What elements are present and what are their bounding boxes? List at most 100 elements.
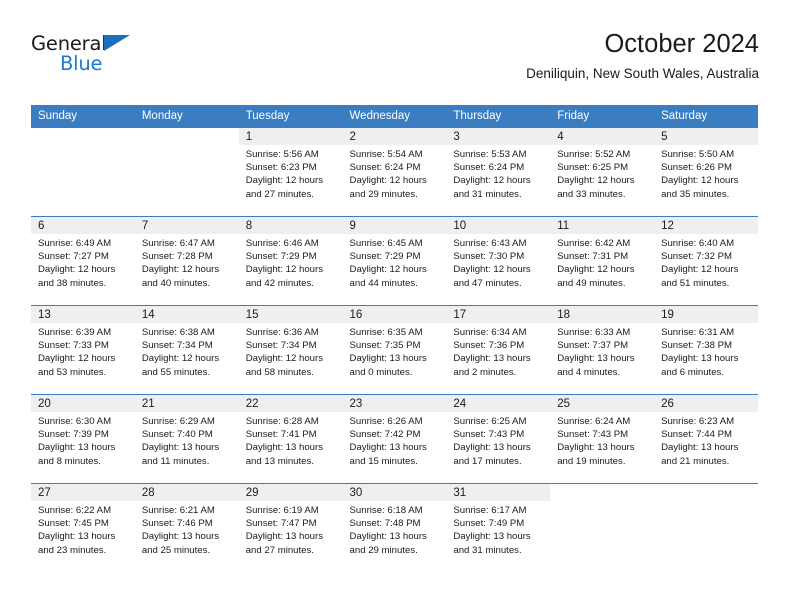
sunrise-text: Sunrise: 6:23 AM xyxy=(661,416,735,427)
day-cell[interactable]: 9 Sunrise: 6:45 AM Sunset: 7:29 PM Daylight… xyxy=(342,217,447,305)
daylight-text-line2: and 6 minutes. xyxy=(661,366,724,378)
day-cell[interactable]: 28 Sunrise: 6:21 AM Sunset: 7:46 PM Dayligh… xyxy=(134,484,239,572)
day-cell[interactable]: 31 Sunrise: 6:17 AM Sunset: 7:49 PM Dayligh… xyxy=(446,484,551,572)
day-cell[interactable]: 24 Sunrise: 6:25 AM Sunset: 7:43 PM Dayligh… xyxy=(446,395,551,483)
day-details: Sunrise: 6:40 AM Sunset: 7:32 PM Daylight:… xyxy=(654,234,758,290)
weekday-header-saturday: Saturday xyxy=(654,105,758,128)
day-cell[interactable]: 13 Sunrise: 6:39 AM Sunset: 7:33 PM Dayligh… xyxy=(31,306,135,394)
day-number: 5 xyxy=(661,131,668,143)
day-number: 26 xyxy=(661,398,674,410)
day-cell[interactable]: 20 Sunrise: 6:30 AM Sunset: 7:39 PM Dayligh… xyxy=(31,395,135,483)
calendar-cell-day: 17 Sunrise: 6:34 AM Sunset: 7:36 PM Dayligh… xyxy=(446,305,551,395)
sunset-text: Sunset: 7:35 PM xyxy=(349,340,421,352)
day-cell[interactable]: 15 Sunrise: 6:36 AM Sunset: 7:34 PM Dayligh… xyxy=(238,306,343,394)
day-details: Sunrise: 6:34 AM Sunset: 7:36 PM Daylight:… xyxy=(446,323,550,379)
daylight-text-line1: Daylight: 13 hours xyxy=(349,353,427,365)
daylight-text-line1: Daylight: 12 hours xyxy=(557,264,635,276)
sunrise-text: Sunrise: 6:38 AM xyxy=(141,327,215,338)
day-details: Sunrise: 6:39 AM Sunset: 7:33 PM Daylight:… xyxy=(31,323,135,379)
calendar-page: General Blue October 2024 Deniliquin, Ne… xyxy=(0,0,792,612)
sunset-text: Sunset: 7:32 PM xyxy=(661,251,732,263)
day-number-band: 31 xyxy=(446,484,551,501)
page-title: October 2024 xyxy=(604,30,759,58)
sunset-text: Sunset: 7:49 PM xyxy=(453,518,525,530)
calendar-cell-day: 12 Sunrise: 6:40 AM Sunset: 7:32 PM Dayligh… xyxy=(654,216,758,306)
day-cell[interactable]: 1 Sunrise: 5:56 AM Sunset: 6:23 PM Daylight… xyxy=(238,128,343,216)
sunset-text: Sunset: 7:34 PM xyxy=(141,340,213,352)
day-details: Sunrise: 5:50 AM Sunset: 6:26 PM Daylight:… xyxy=(654,145,758,201)
sunrise-text: Sunrise: 6:36 AM xyxy=(245,327,319,338)
day-cell[interactable]: 23 Sunrise: 6:26 AM Sunset: 7:42 PM Dayligh… xyxy=(342,395,447,483)
empty-day xyxy=(654,484,758,572)
daylight-text-line1: Daylight: 12 hours xyxy=(349,264,427,276)
weekday-header-friday: Friday xyxy=(550,105,655,128)
day-cell[interactable]: 7 Sunrise: 6:47 AM Sunset: 7:28 PM Daylight… xyxy=(134,217,239,305)
page-subtitle: Deniliquin, New South Wales, Australia xyxy=(526,66,759,81)
day-cell[interactable]: 29 Sunrise: 6:19 AM Sunset: 7:47 PM Dayligh… xyxy=(238,484,343,572)
calendar-cell-empty xyxy=(134,128,239,217)
daylight-text-line2: and 21 minutes. xyxy=(661,455,730,467)
daylight-text-line1: Daylight: 13 hours xyxy=(661,442,739,454)
day-cell[interactable]: 10 Sunrise: 6:43 AM Sunset: 7:30 PM Dayligh… xyxy=(446,217,551,305)
day-cell[interactable]: 27 Sunrise: 6:22 AM Sunset: 7:45 PM Dayligh… xyxy=(31,484,135,572)
day-number-band: 19 xyxy=(654,306,758,323)
daylight-text-line1: Daylight: 13 hours xyxy=(38,531,116,543)
day-cell[interactable]: 12 Sunrise: 6:40 AM Sunset: 7:32 PM Dayligh… xyxy=(654,217,758,305)
sunset-text: Sunset: 7:28 PM xyxy=(141,251,213,263)
calendar-cell-day: 10 Sunrise: 6:43 AM Sunset: 7:30 PM Dayligh… xyxy=(446,216,551,306)
calendar-cell-day: 27 Sunrise: 6:22 AM Sunset: 7:45 PM Dayligh… xyxy=(31,483,135,572)
day-cell[interactable]: 26 Sunrise: 6:23 AM Sunset: 7:44 PM Dayligh… xyxy=(654,395,758,483)
day-details: Sunrise: 6:28 AM Sunset: 7:41 PM Daylight:… xyxy=(239,412,343,468)
sunrise-text: Sunrise: 6:34 AM xyxy=(453,327,527,338)
day-number: 23 xyxy=(349,398,363,410)
daylight-text-line2: and 40 minutes. xyxy=(141,277,211,289)
daylight-text-line1: Daylight: 13 hours xyxy=(661,353,739,365)
day-cell[interactable]: 5 Sunrise: 5:50 AM Sunset: 6:26 PM Daylight… xyxy=(654,128,758,216)
day-cell[interactable]: 21 Sunrise: 6:29 AM Sunset: 7:40 PM Dayligh… xyxy=(134,395,239,483)
day-number: 15 xyxy=(245,309,259,321)
day-cell[interactable]: 4 Sunrise: 5:52 AM Sunset: 6:25 PM Daylight… xyxy=(550,128,655,216)
day-number: 29 xyxy=(245,487,259,499)
day-cell[interactable]: 18 Sunrise: 6:33 AM Sunset: 7:37 PM Dayligh… xyxy=(550,306,655,394)
day-number: 19 xyxy=(661,309,674,321)
day-cell[interactable]: 3 Sunrise: 5:53 AM Sunset: 6:24 PM Daylight… xyxy=(446,128,551,216)
day-number-band: 26 xyxy=(654,395,758,412)
calendar-week-row: 13 Sunrise: 6:39 AM Sunset: 7:33 PM Dayligh… xyxy=(31,305,758,395)
day-cell[interactable]: 6 Sunrise: 6:49 AM Sunset: 7:27 PM Daylight… xyxy=(31,217,135,305)
daylight-text-line2: and 31 minutes. xyxy=(453,544,522,556)
day-number: 27 xyxy=(38,487,51,499)
general-blue-logo[interactable]: General Blue xyxy=(31,32,161,80)
day-details: Sunrise: 6:26 AM Sunset: 7:42 PM Daylight:… xyxy=(343,412,447,468)
day-number-band: 11 xyxy=(550,217,655,234)
day-cell[interactable]: 11 Sunrise: 6:42 AM Sunset: 7:31 PM Dayligh… xyxy=(550,217,655,305)
day-cell[interactable]: 14 Sunrise: 6:38 AM Sunset: 7:34 PM Dayligh… xyxy=(134,306,239,394)
day-cell[interactable]: 25 Sunrise: 6:24 AM Sunset: 7:43 PM Dayligh… xyxy=(550,395,655,483)
day-cell[interactable]: 19 Sunrise: 6:31 AM Sunset: 7:38 PM Dayligh… xyxy=(654,306,758,394)
sunset-text: Sunset: 7:48 PM xyxy=(349,518,421,530)
calendar-cell-day: 8 Sunrise: 6:46 AM Sunset: 7:29 PM Daylight… xyxy=(238,216,343,306)
weekday-header: Sunday Monday Tuesday Wednesday Thursday… xyxy=(31,105,758,128)
day-cell[interactable]: 30 Sunrise: 6:18 AM Sunset: 7:48 PM Dayligh… xyxy=(342,484,447,572)
calendar-week-row: 20 Sunrise: 6:30 AM Sunset: 7:39 PM Dayligh… xyxy=(31,394,758,484)
day-details: Sunrise: 6:45 AM Sunset: 7:29 PM Daylight:… xyxy=(343,234,447,290)
sunset-text: Sunset: 7:43 PM xyxy=(557,429,629,441)
day-cell[interactable]: 2 Sunrise: 5:54 AM Sunset: 6:24 PM Daylight… xyxy=(342,128,447,216)
calendar-cell-day: 1 Sunrise: 5:56 AM Sunset: 6:23 PM Daylight… xyxy=(238,128,343,217)
day-cell[interactable]: 17 Sunrise: 6:34 AM Sunset: 7:36 PM Dayligh… xyxy=(446,306,551,394)
calendar-cell-day: 30 Sunrise: 6:18 AM Sunset: 7:48 PM Dayligh… xyxy=(342,483,447,572)
calendar-cell-day: 26 Sunrise: 6:23 AM Sunset: 7:44 PM Dayligh… xyxy=(654,394,758,484)
day-details: Sunrise: 5:53 AM Sunset: 6:24 PM Daylight:… xyxy=(446,145,550,201)
day-cell[interactable]: 16 Sunrise: 6:35 AM Sunset: 7:35 PM Dayligh… xyxy=(342,306,447,394)
day-number: 3 xyxy=(453,131,460,143)
day-cell[interactable]: 8 Sunrise: 6:46 AM Sunset: 7:29 PM Daylight… xyxy=(238,217,343,305)
day-number-band: 14 xyxy=(134,306,239,323)
calendar-week-row: 1 Sunrise: 5:56 AM Sunset: 6:23 PM Daylight… xyxy=(31,128,758,217)
day-number-band: 8 xyxy=(238,217,343,234)
day-cell[interactable]: 22 Sunrise: 6:28 AM Sunset: 7:41 PM Dayligh… xyxy=(238,395,343,483)
day-details: Sunrise: 6:36 AM Sunset: 7:34 PM Daylight:… xyxy=(239,323,343,379)
day-number-band: 29 xyxy=(238,484,343,501)
sunset-text: Sunset: 6:24 PM xyxy=(453,162,525,174)
sunset-text: Sunset: 6:24 PM xyxy=(349,162,421,174)
day-number-band: 24 xyxy=(446,395,551,412)
day-details: Sunrise: 6:30 AM Sunset: 7:39 PM Daylight:… xyxy=(31,412,135,468)
